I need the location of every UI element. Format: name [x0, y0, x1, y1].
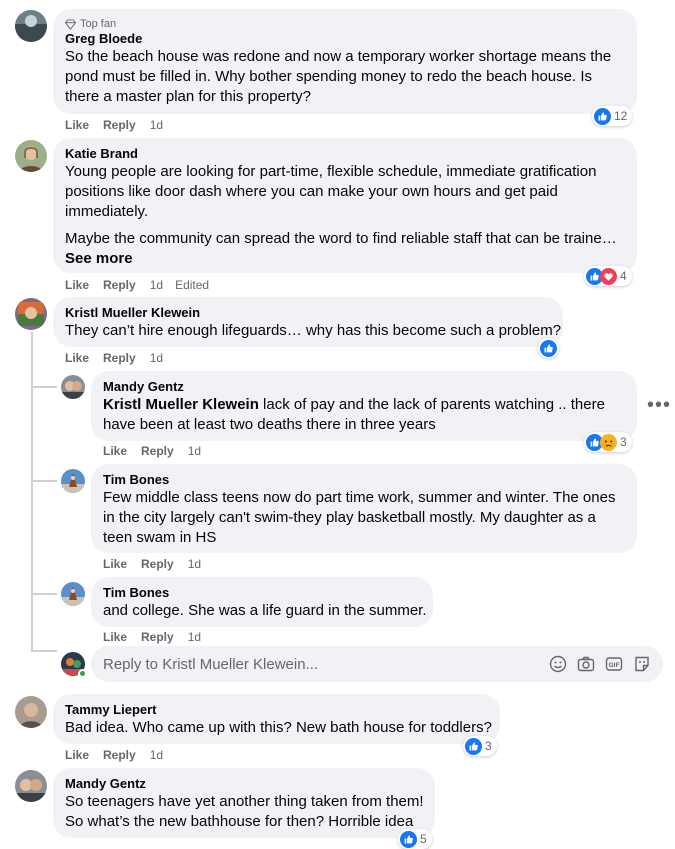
like-button[interactable]: Like: [65, 350, 89, 366]
comment-text: and college. She was a life guard in the…: [103, 602, 427, 619]
comment-bubble: Top fan Greg Bloede So the beach house w…: [53, 9, 637, 114]
reply-button[interactable]: Reply: [103, 277, 136, 293]
comment-text: Young people are looking for part-time, …: [65, 163, 597, 220]
comment-actions: Like Reply 1d: [103, 556, 201, 572]
avatar[interactable]: [61, 375, 85, 399]
commenter-name[interactable]: Kristl Mueller Klewein: [65, 305, 551, 321]
reply-bubble: Tim Bones Few middle class teens now do …: [91, 464, 637, 553]
see-more-link[interactable]: See more: [65, 249, 625, 269]
timestamp[interactable]: 1d: [150, 277, 163, 293]
avatar[interactable]: [15, 140, 47, 172]
commenter-name[interactable]: Tammy Liepert: [65, 702, 488, 718]
like-button[interactable]: Like: [65, 747, 89, 763]
thread-line: [31, 332, 33, 650]
reaction-count: 4: [620, 269, 627, 283]
svg-text:GIF: GIF: [609, 662, 620, 669]
avatar[interactable]: [15, 696, 47, 728]
comment-actions: Like Reply 1d: [103, 629, 201, 645]
comment-actions: Like Reply 1d Edited: [65, 277, 209, 293]
thread-branch: [31, 650, 57, 652]
reply-button[interactable]: Reply: [141, 443, 174, 459]
reaction-summary[interactable]: 3: [584, 432, 632, 452]
reply-button[interactable]: Reply: [103, 747, 136, 763]
sticker-icon[interactable]: [633, 655, 651, 673]
reaction-summary[interactable]: [538, 338, 559, 358]
commenter-name[interactable]: Tim Bones: [103, 472, 625, 488]
reply-button[interactable]: Reply: [141, 556, 174, 572]
reply-placeholder: Reply to Kristl Mueller Klewein...: [103, 655, 319, 673]
reply-button[interactable]: Reply: [141, 629, 174, 645]
like-icon: [465, 738, 482, 755]
emoji-icon[interactable]: [549, 655, 567, 673]
reaction-count: 3: [485, 739, 492, 753]
like-button[interactable]: Like: [103, 556, 127, 572]
top-fan-badge: Top fan: [65, 17, 625, 31]
gif-icon[interactable]: GIF: [605, 655, 623, 673]
timestamp[interactable]: 1d: [188, 556, 201, 572]
thread-branch: [31, 386, 57, 388]
mention-link[interactable]: Kristl Mueller Klewein: [103, 396, 259, 413]
online-indicator: [78, 669, 87, 678]
edited-label: Edited: [175, 278, 210, 292]
reaction-count: 5: [420, 832, 427, 846]
reply-button[interactable]: Reply: [103, 350, 136, 366]
avatar[interactable]: [15, 10, 47, 42]
reaction-summary[interactable]: 12: [592, 106, 633, 126]
reply-bubble: Tim Bones and college. She was a life gu…: [91, 577, 433, 627]
reply-button[interactable]: Reply: [103, 117, 136, 133]
avatar[interactable]: [15, 770, 47, 802]
comment-bubble: Katie Brand Young people are looking for…: [53, 138, 637, 273]
comment-text: Kristl Mueller Klewein lack of pay and t…: [103, 395, 633, 435]
comment-actions: Like Reply 1d: [65, 117, 163, 133]
commenter-name[interactable]: Greg Bloede: [65, 31, 625, 47]
comment-bubble: Kristl Mueller Klewein They can’t hire e…: [53, 297, 563, 347]
like-button[interactable]: Like: [65, 117, 89, 133]
thread-branch: [31, 480, 57, 482]
more-options-icon[interactable]: •••: [647, 395, 671, 415]
comment-actions: Like Reply 1d: [65, 350, 163, 366]
like-icon: [400, 831, 417, 848]
like-button[interactable]: Like: [103, 629, 127, 645]
commenter-name[interactable]: Mandy Gentz: [103, 379, 625, 395]
timestamp[interactable]: 1d: [188, 629, 201, 645]
avatar[interactable]: [61, 469, 85, 493]
thread-branch: [31, 593, 57, 595]
comment-bubble: Tammy Liepert Bad idea. Who came up with…: [53, 694, 500, 744]
like-button[interactable]: Like: [103, 443, 127, 459]
timestamp[interactable]: 1d: [188, 443, 201, 459]
timestamp[interactable]: 1d: [150, 350, 163, 366]
comment-actions: Like Reply 1d: [103, 443, 201, 459]
avatar[interactable]: [15, 298, 47, 330]
love-icon: [600, 268, 617, 285]
diamond-badge-icon: [65, 18, 76, 30]
like-button[interactable]: Like: [65, 277, 89, 293]
comment-bubble: Mandy Gentz So teenagers have yet anothe…: [53, 768, 435, 838]
comment-text-continued: Maybe the community can spread the word …: [65, 230, 617, 247]
sad-icon: [600, 434, 617, 451]
badge-label: Top fan: [80, 18, 117, 30]
avatar[interactable]: [61, 582, 85, 606]
comment-text: So the beach house was redone and now a …: [65, 48, 612, 105]
reply-bubble: Mandy Gentz Kristl Mueller Klewein lack …: [91, 371, 637, 441]
reaction-summary[interactable]: 3: [463, 736, 497, 756]
like-icon: [594, 108, 611, 125]
commenter-name[interactable]: Mandy Gentz: [65, 776, 423, 792]
commenter-name[interactable]: Tim Bones: [103, 585, 421, 601]
comment-text: So teenagers have yet another thing take…: [65, 793, 424, 830]
camera-icon[interactable]: [577, 655, 595, 673]
comment-text: Few middle class teens now do part time …: [103, 489, 616, 546]
reply-input[interactable]: Reply to Kristl Mueller Klewein... GIF: [91, 646, 663, 682]
reaction-summary[interactable]: 5: [398, 829, 432, 849]
comment-text: They can’t hire enough lifeguards… why h…: [65, 322, 562, 339]
timestamp[interactable]: 1d: [150, 117, 163, 133]
timestamp[interactable]: 1d: [150, 747, 163, 763]
comment-text: Bad idea. Who came up with this? New bat…: [65, 719, 492, 736]
comment-actions: Like Reply 1d: [65, 747, 163, 763]
commenter-name[interactable]: Katie Brand: [65, 146, 625, 162]
reaction-count: 3: [620, 435, 627, 449]
reaction-count: 12: [614, 109, 628, 123]
reaction-summary[interactable]: 4: [584, 266, 632, 286]
like-icon: [540, 340, 557, 357]
